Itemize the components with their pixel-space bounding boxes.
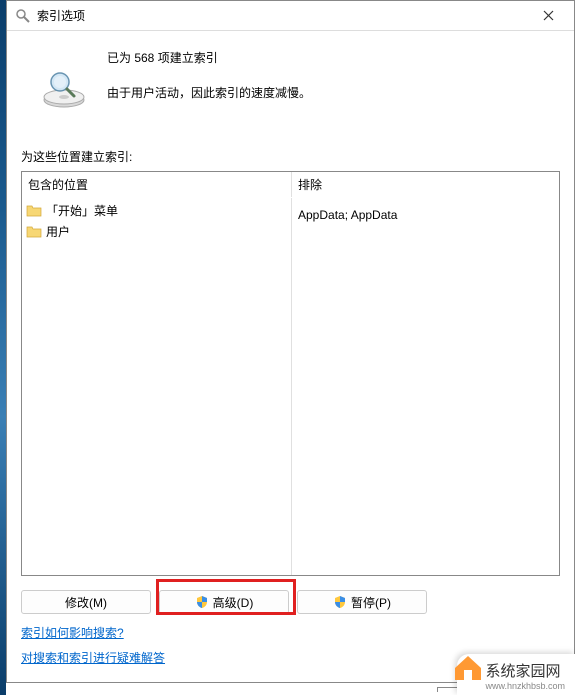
watermark: 系统家园网 www.hnzkhbsb.com (457, 654, 575, 695)
help-link-troubleshoot[interactable]: 对搜索和索引进行疑难解答 (21, 649, 165, 666)
table-row[interactable]: 用户 (22, 221, 291, 242)
close-button[interactable] (528, 4, 568, 28)
row-name: 用户 (46, 223, 70, 240)
window-title: 索引选项 (37, 7, 528, 24)
indexing-options-dialog: 索引选项 已为 568 项建立索引 由于用户活动 (6, 0, 575, 683)
table-row[interactable]: 「开始」菜单 (22, 200, 291, 221)
locations-label: 为这些位置建立索引: (21, 148, 560, 165)
column-header-include[interactable]: 包含的位置 (22, 172, 292, 197)
shield-icon (195, 595, 209, 609)
status-count: 已为 568 项建立索引 (107, 49, 560, 66)
help-link-search[interactable]: 索引如何影响搜索? (21, 624, 124, 641)
watermark-url: www.hnzkhbsb.com (485, 681, 565, 691)
status-area: 已为 568 项建立索引 由于用户活动，因此索引的速度减慢。 (21, 45, 560, 108)
close-icon (543, 10, 554, 21)
shield-icon (333, 595, 347, 609)
exclude-value: AppData; AppData (298, 206, 553, 224)
titlebar: 索引选项 (7, 1, 574, 31)
status-message: 由于用户活动，因此索引的速度减慢。 (107, 84, 560, 101)
watermark-text: 系统家园网 (485, 663, 560, 680)
folder-icon (26, 204, 42, 218)
column-header-exclude[interactable]: 排除 (292, 172, 559, 197)
row-name: 「开始」菜单 (46, 202, 118, 219)
pause-button[interactable]: 暂停(P) (297, 590, 427, 614)
advanced-button[interactable]: 高级(D) (159, 590, 289, 614)
button-row: 修改(M) 高级(D) 暂停(P) (21, 590, 560, 614)
watermark-logo-icon (451, 648, 485, 682)
locations-table: 包含的位置 排除 「开始」菜单 用户 (21, 171, 560, 576)
magnifier-disk-icon (42, 70, 86, 108)
app-icon (15, 8, 31, 24)
modify-button[interactable]: 修改(M) (21, 590, 151, 614)
folder-icon (26, 225, 42, 239)
dialog-content: 已为 568 项建立索引 由于用户活动，因此索引的速度减慢。 为这些位置建立索引… (7, 31, 574, 682)
